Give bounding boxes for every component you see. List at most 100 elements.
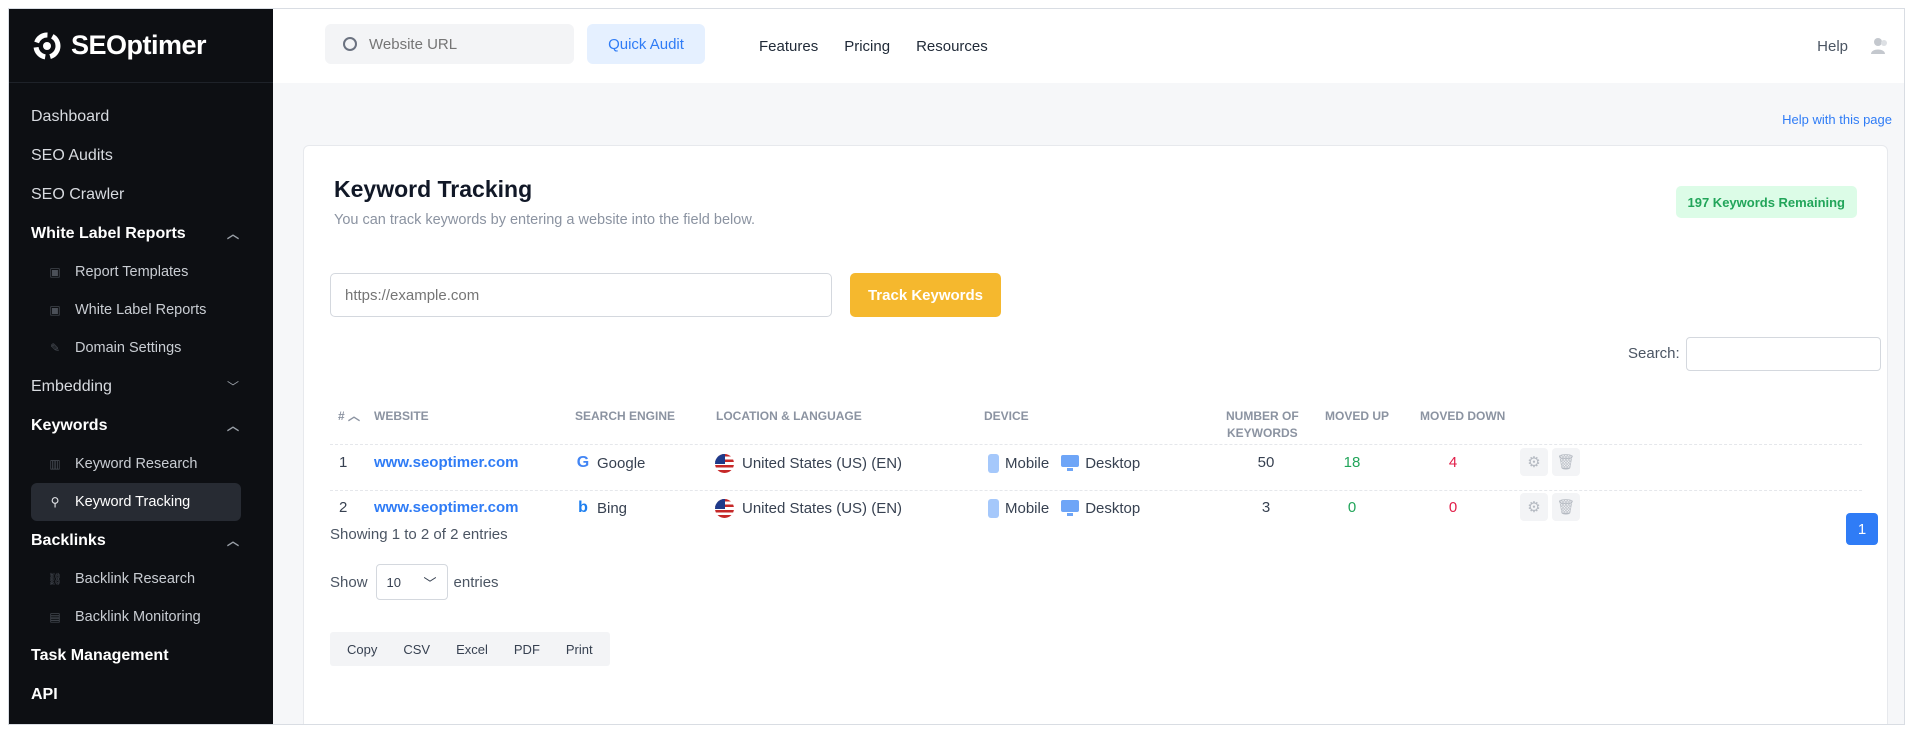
sidebar-item-label: Dashboard	[31, 107, 110, 125]
sidebar-item-dashboard[interactable]: Dashboard	[9, 97, 273, 136]
chevron-up-icon: ︿	[226, 419, 239, 433]
header-moved-up[interactable]: MOVED UP	[1325, 408, 1389, 425]
sidebar-subitem-label: Domain Settings	[75, 340, 182, 356]
desktop-icon	[1061, 454, 1080, 472]
page-subtitle: You can track keywords by entering a web…	[334, 212, 756, 228]
sidebar-item-seo-audits[interactable]: SEO Audits	[9, 136, 273, 175]
keywords-remaining-badge: 197 Keywords Remaining	[1675, 186, 1857, 218]
row-num: 1	[339, 453, 348, 471]
csv-button[interactable]: CSV	[390, 642, 443, 657]
sidebar-subitem-label: Backlink Monitoring	[75, 609, 201, 625]
row-divider	[330, 490, 1862, 491]
top-nav: Features Pricing Resources	[759, 9, 1014, 83]
moved-down-count: 0	[1448, 498, 1458, 516]
mobile-icon	[988, 453, 999, 473]
sidebar-subitem-label: Backlink Research	[75, 571, 196, 587]
app-frame: SEOptimer Dashboard SEO Audits SEO Crawl…	[8, 8, 1905, 725]
track-keywords-button[interactable]: Track Keywords	[850, 273, 1001, 317]
location-cell: United States (US) (EN)	[715, 453, 902, 473]
sidebar-subitem-backlink-monitoring[interactable]: ▤ Backlink Monitoring	[31, 598, 241, 636]
quick-audit-button[interactable]: Quick Audit	[587, 24, 705, 64]
brand-name: SEOptimer	[71, 30, 207, 60]
header-website[interactable]: WEBSITE	[374, 408, 429, 425]
sidebar-item-task-management[interactable]: Task Management	[9, 636, 273, 675]
header-number-of-keywords[interactable]: NUMBER OF KEYWORDS	[1226, 408, 1299, 442]
desktop-icon	[1061, 499, 1080, 517]
sidebar: SEOptimer Dashboard SEO Audits SEO Crawl…	[9, 9, 273, 724]
pdf-button[interactable]: PDF	[501, 642, 553, 657]
monitor-chart-icon: ▤	[49, 610, 61, 624]
table-search-input[interactable]	[1686, 337, 1881, 371]
keyword-count: 50	[1257, 453, 1275, 471]
sidebar-item-keywords[interactable]: Keywords ︿	[9, 406, 273, 445]
sidebar-subitem-label: Keyword Tracking	[75, 494, 191, 510]
header-moved-down[interactable]: MOVED DOWN	[1420, 408, 1505, 425]
sidebar-subitem-domain-settings[interactable]: ✎ Domain Settings	[31, 329, 241, 367]
help-with-page-link[interactable]: Help with this page	[1782, 112, 1892, 127]
website-link[interactable]: www.seoptimer.com	[374, 452, 519, 472]
user-avatar-icon[interactable]	[1870, 36, 1890, 56]
sidebar-item-label: White Label Reports	[31, 224, 186, 242]
sidebar-item-api[interactable]: API	[9, 675, 273, 714]
keyword-tracking-card: Keyword Tracking You can track keywords …	[303, 145, 1888, 724]
sidebar-subitem-white-label-reports[interactable]: ▣ White Label Reports	[31, 291, 241, 329]
moved-down-count: 4	[1448, 453, 1458, 471]
bar-chart-icon: ▥	[49, 457, 61, 471]
website-link[interactable]: www.seoptimer.com	[374, 497, 519, 517]
search-engine-cell: b Bing	[575, 498, 627, 518]
us-flag-icon	[715, 498, 734, 518]
search-engine-cell: G Google	[576, 454, 646, 472]
settings-gear-icon[interactable]: ⚙	[1520, 448, 1548, 476]
domain-icon: ✎	[49, 341, 61, 355]
template-icon: ▣	[49, 265, 61, 279]
nav-pricing[interactable]: Pricing	[844, 38, 890, 55]
device-cell: Mobile Desktop	[988, 453, 1140, 473]
sidebar-item-label: SEO Crawler	[31, 185, 125, 203]
website-search	[325, 24, 574, 64]
sidebar-item-label: Backlinks	[31, 531, 106, 549]
chevron-up-icon: ︿	[226, 227, 239, 241]
search-icon	[343, 37, 357, 51]
sidebar-item-white-label-reports[interactable]: White Label Reports ︿	[9, 214, 273, 253]
google-icon: G	[576, 454, 590, 471]
website-url-input[interactable]	[369, 35, 549, 53]
header-num[interactable]: # ︿	[338, 408, 360, 425]
print-button[interactable]: Print	[553, 642, 606, 657]
sidebar-item-backlinks[interactable]: Backlinks ︿	[9, 521, 273, 560]
copy-button[interactable]: Copy	[334, 642, 390, 657]
location-cell: United States (US) (EN)	[715, 498, 902, 518]
nav-resources[interactable]: Resources	[916, 38, 988, 55]
nav-features[interactable]: Features	[759, 38, 818, 55]
mobile-icon	[988, 498, 999, 518]
bing-icon: b	[578, 499, 588, 516]
header-location-language[interactable]: LOCATION & LANGUAGE	[716, 408, 862, 425]
sort-asc-icon: ︿	[348, 409, 361, 423]
header-search-engine[interactable]: SEARCH ENGINE	[575, 408, 675, 425]
excel-button[interactable]: Excel	[443, 642, 501, 657]
table-search-label: Search:	[1628, 345, 1680, 362]
sidebar-subitem-keyword-research[interactable]: ▥ Keyword Research	[31, 445, 241, 483]
page-size-select[interactable]: 10 ﹀	[375, 564, 448, 600]
sidebar-item-label: Embedding	[31, 377, 112, 395]
page-length-control: Show 10 ﹀ entries	[330, 564, 499, 600]
brand-logo[interactable]: SEOptimer	[9, 9, 273, 83]
sidebar-subitem-backlink-research[interactable]: ⛓ Backlink Research	[31, 560, 241, 598]
delete-trash-icon[interactable]: 🗑	[1552, 493, 1580, 521]
track-url-input[interactable]	[330, 273, 832, 317]
pagination-page-1[interactable]: 1	[1846, 513, 1878, 545]
sidebar-item-seo-crawler[interactable]: SEO Crawler	[9, 175, 273, 214]
sidebar-subitem-report-templates[interactable]: ▣ Report Templates	[31, 253, 241, 291]
device-cell: Mobile Desktop	[988, 498, 1140, 518]
delete-trash-icon[interactable]: 🗑	[1552, 448, 1580, 476]
sidebar-item-label: Keywords	[31, 416, 108, 434]
settings-gear-icon[interactable]: ⚙	[1520, 493, 1548, 521]
help-link[interactable]: Help	[1817, 9, 1848, 83]
report-icon: ▣	[49, 303, 61, 317]
sidebar-subitem-label: White Label Reports	[75, 302, 207, 318]
sidebar-item-label: API	[31, 685, 58, 703]
chevron-up-icon: ︿	[226, 534, 239, 548]
sidebar-item-embedding[interactable]: Embedding ﹀	[9, 367, 273, 406]
sidebar-subitem-keyword-tracking[interactable]: ⚲ Keyword Tracking	[31, 483, 241, 521]
sidebar-nav: Dashboard SEO Audits SEO Crawler White L…	[9, 83, 273, 714]
header-device[interactable]: DEVICE	[984, 408, 1029, 425]
